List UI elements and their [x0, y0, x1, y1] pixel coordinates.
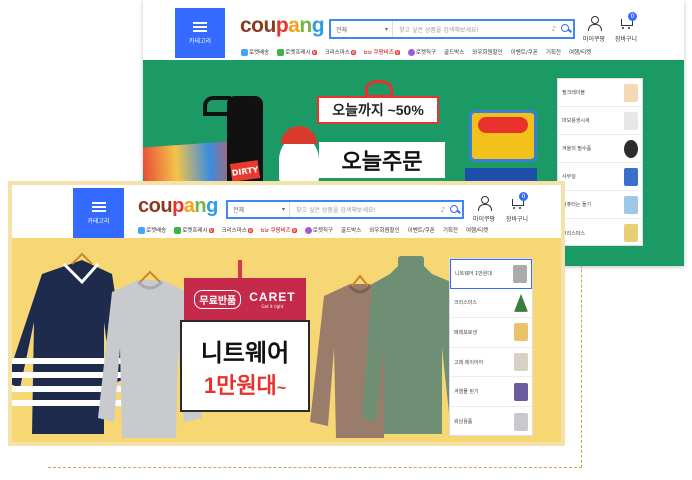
side-item[interactable]: 크리스마스 [558, 219, 642, 247]
side-item[interactable]: 겨울의 필수품 [558, 135, 642, 163]
back-cart[interactable]: 0 장바구니 [615, 12, 638, 43]
nav-item[interactable]: 로켓배송 [241, 48, 269, 56]
playdoh-box-image [469, 110, 537, 162]
santa-hat [281, 126, 317, 144]
back-category-nav: 로켓배송 로켓프레시 N 크리스마스 N biz 쿠팡비즈 N 로켓직구 골드박스 와… [241, 48, 591, 56]
nav-item[interactable]: 이벤트/쿠폰 [408, 226, 435, 234]
nav-item[interactable]: 로켓프레시 N [277, 48, 317, 56]
tag-header: 무료반품 CARET Get it right [184, 278, 306, 320]
side-item[interactable]: 크리스마스 [450, 289, 532, 319]
search-icon[interactable] [559, 22, 573, 36]
nav-item[interactable]: 골드박스 [444, 48, 464, 56]
side-item[interactable]: 사무실 [558, 163, 642, 191]
gift-ribbon-icon [365, 80, 393, 98]
nav-item[interactable]: 로켓직구 [407, 48, 436, 56]
back-search-input[interactable]: 찾고 싶은 상품을 검색해보세요! [393, 25, 549, 34]
cart-icon: 0 [510, 192, 529, 210]
sale-badge: 오늘까지 ~50% [317, 96, 439, 124]
back-search-bar[interactable]: 전체 ▾ 찾고 싶은 상품을 검색해보세요! ♪ [329, 19, 575, 39]
front-category-button[interactable]: 카테고리 [73, 188, 124, 238]
nav-item[interactable]: 여행/티켓 [466, 226, 488, 234]
bottle-label: DIRTY [229, 160, 261, 182]
side-item[interactable]: 메레포로생 [450, 318, 532, 348]
hamburger-icon [91, 201, 106, 212]
tag-body: 니트웨어 1만원대 ~ [180, 320, 310, 412]
nav-item[interactable]: 이벤트/쿠폰 [511, 48, 538, 56]
side-item[interactable]: 워남용품 [450, 407, 532, 437]
nav-item[interactable]: 로켓직구 [304, 226, 333, 234]
back-search-category-select[interactable]: 전체 ▾ [331, 21, 393, 37]
person-icon [588, 16, 603, 31]
side-item[interactable]: 고래 레이어어 [450, 348, 532, 378]
nav-item[interactable]: 골드박스 [341, 226, 361, 234]
hamburger-icon [193, 21, 207, 32]
nav-item[interactable]: biz 쿠팡비즈 N [364, 48, 400, 56]
cart-icon: 0 [619, 12, 638, 30]
nav-item[interactable]: 여행/티켓 [569, 48, 591, 56]
front-browser-window: 카테고리 coupang 전체 ▾ 찾고 싶은 상품을 검색해보세요! ♪ 마이쿠… [8, 181, 565, 446]
front-search-bar[interactable]: 전체 ▾ 찾고 싶은 상품을 검색해보세요! ♪ [226, 200, 464, 219]
back-mycoupang[interactable]: 마이쿠팡 [583, 16, 605, 43]
nav-item[interactable]: 로켓프레시 N [174, 226, 214, 234]
front-search-category-select[interactable]: 전체 ▾ [228, 202, 290, 217]
nav-item[interactable]: 크리스마스 N [222, 226, 253, 234]
front-search-input[interactable]: 찾고 싶은 상품을 검색해보세요! [290, 205, 438, 214]
front-side-product-list: 니트웨어 1만원대 크리스마스 메레포로생 고래 레이어어 겨열물 된기 워남용… [449, 258, 533, 436]
person-icon [478, 196, 493, 211]
back-header: 카테고리 coupang 전체 ▾ 찾고 싶은 상품을 검색해보세요! ♪ 마이쿠… [143, 0, 684, 60]
mic-icon[interactable]: ♪ [438, 206, 448, 214]
front-mycoupang[interactable]: 마이쿠팡 [473, 196, 495, 223]
side-item[interactable]: 니트웨어 1만원대 [450, 259, 532, 289]
mic-icon[interactable]: ♪ [549, 25, 559, 33]
nav-item[interactable]: biz 쿠팡비즈 N [261, 226, 297, 234]
back-side-product-list: 필크레이블 마모용생시세 겨울의 필수품 사무실 컴퓨터는 돌기 크리스마스 [557, 78, 643, 246]
front-promo-banner[interactable]: 무료반품 CARET Get it right 니트웨어 1만원대 ~ 니트웨어… [12, 238, 561, 442]
order-today-box: 오늘주문 [319, 142, 445, 178]
front-cart[interactable]: 0 장바구니 [506, 192, 529, 223]
nav-item[interactable]: 와우회원할인 [369, 226, 399, 234]
nav-item[interactable]: 크리스마스 N [325, 48, 356, 56]
front-header: 카테고리 coupang 전체 ▾ 찾고 싶은 상품을 검색해보세요! ♪ 마이쿠… [12, 185, 561, 238]
front-category-nav: 로켓배송 로켓프레시 N 크리스마스 N biz 쿠팡비즈 N 로켓직구 골드박스 와… [138, 226, 488, 234]
nav-item[interactable]: 와우회원할인 [472, 48, 502, 56]
side-item[interactable]: 필크레이블 [558, 79, 642, 107]
price-tag: 무료반품 CARET Get it right 니트웨어 1만원대 ~ [180, 260, 310, 440]
side-item[interactable]: 마모용생시세 [558, 107, 642, 135]
side-item[interactable]: 컴퓨터는 돌기 [558, 191, 642, 219]
nav-item[interactable]: 기획전 [546, 48, 561, 56]
back-coupang-logo[interactable]: coupang [240, 14, 325, 38]
back-category-button[interactable]: 카테고리 [175, 8, 225, 58]
nav-item[interactable]: 로켓배송 [138, 226, 166, 234]
front-coupang-logo[interactable]: coupang [138, 195, 218, 218]
search-icon[interactable] [448, 203, 462, 217]
spray-trigger-image [203, 96, 231, 116]
side-item[interactable]: 겨열물 된기 [450, 377, 532, 407]
nav-item[interactable]: 기획전 [443, 226, 458, 234]
